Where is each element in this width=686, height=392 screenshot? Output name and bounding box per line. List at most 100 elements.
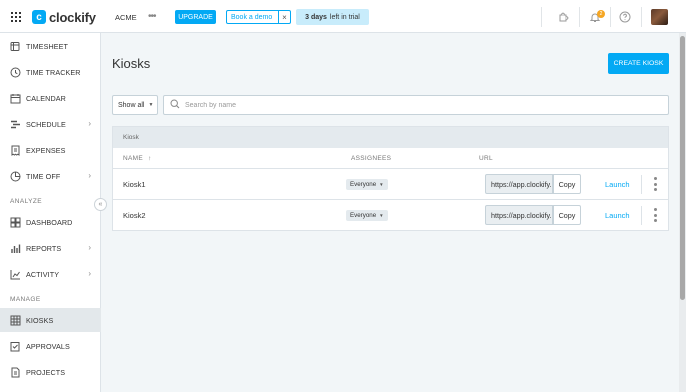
sidebar-item-label: KIOSKS — [26, 315, 54, 325]
logo-mark: c — [32, 10, 46, 24]
upgrade-button[interactable]: UPGRADE — [175, 10, 216, 24]
sidebar-item-label: SCHEDULE — [26, 119, 66, 129]
divider — [541, 7, 542, 27]
chevron-down-icon: ▼ — [379, 182, 384, 187]
sidebar-item-timesheet[interactable]: TIMESHEET — [0, 34, 101, 58]
time-off-icon — [10, 171, 21, 182]
sidebar-item-projects[interactable]: PROJECTS — [0, 360, 101, 384]
timesheet-icon — [10, 41, 21, 52]
top-bar: c clockify ACME ••• UPGRADE Book a demo … — [0, 0, 686, 33]
sidebar-item-reports[interactable]: REPORTS › — [0, 236, 101, 260]
search-icon — [170, 99, 180, 111]
trial-days: 3 days — [305, 13, 327, 21]
activity-icon — [10, 269, 21, 280]
chevron-right-icon: › — [88, 119, 91, 128]
projects-icon — [10, 367, 21, 378]
divider — [610, 7, 611, 27]
clock-icon — [10, 67, 21, 78]
divider — [641, 206, 642, 225]
chevron-down-icon: ▼ — [379, 213, 384, 218]
clockify-logo[interactable]: c clockify — [32, 8, 96, 26]
close-demo-button[interactable]: × — [278, 11, 290, 23]
page-scrollbar[interactable] — [679, 33, 686, 392]
sidebar: TIMESHEET TIME TRACKER CALENDAR SCHEDULE… — [0, 33, 101, 392]
sidebar-item-time-off[interactable]: TIME OFF › — [0, 164, 101, 188]
puzzle-icon[interactable] — [557, 10, 571, 24]
sidebar-item-label: PROJECTS — [26, 367, 66, 377]
kiosk-url-field[interactable]: https://app.clockify.me/kiosk — [485, 205, 553, 225]
more-menu-button[interactable]: ••• — [148, 11, 156, 22]
status-filter-select[interactable]: Show all ▼ — [112, 95, 158, 115]
column-header-name[interactable]: NAME ↑ — [123, 155, 152, 162]
section-manage: MANAGE — [10, 296, 41, 303]
sidebar-item-dashboard[interactable]: DASHBOARD — [0, 210, 101, 234]
divider — [641, 175, 642, 194]
reports-icon — [10, 243, 21, 254]
sidebar-item-expenses[interactable]: EXPENSES — [0, 138, 101, 162]
chevron-down-icon: ▼ — [148, 102, 154, 108]
launch-link[interactable]: Launch — [605, 180, 630, 189]
kiosks-table: Kiosk NAME ↑ ASSIGNEES URL Kiosk1 Everyo… — [112, 126, 669, 231]
copy-url-button[interactable]: Copy — [553, 174, 581, 194]
sidebar-item-label: TIME TRACKER — [26, 67, 81, 77]
section-analyze: ANALYZE — [10, 198, 42, 205]
chevron-right-icon: › — [88, 243, 91, 252]
launch-link[interactable]: Launch — [605, 211, 630, 220]
column-header-url: URL — [479, 155, 493, 162]
sidebar-item-label: ACTIVITY — [26, 269, 60, 279]
book-demo-banner: Book a demo × — [226, 10, 291, 24]
sidebar-item-activity[interactable]: ACTIVITY › — [0, 262, 101, 286]
app-name: clockify — [49, 9, 96, 25]
chevron-right-icon: › — [88, 269, 91, 278]
sidebar-item-label: DASHBOARD — [26, 217, 73, 227]
divider — [641, 7, 642, 27]
sidebar-item-time-tracker[interactable]: TIME TRACKER — [0, 60, 101, 84]
sidebar-item-calendar[interactable]: CALENDAR — [0, 86, 101, 110]
chevron-right-icon: › — [88, 171, 91, 180]
book-demo-link[interactable]: Book a demo — [227, 14, 278, 21]
more-actions-icon[interactable] — [653, 208, 657, 222]
scrollbar-thumb[interactable] — [680, 36, 685, 300]
calendar-icon — [10, 93, 21, 104]
kiosk-name: Kiosk2 — [123, 211, 146, 220]
assignees-dropdown[interactable]: Everyone ▼ — [346, 179, 388, 190]
avatar[interactable] — [651, 9, 668, 25]
sidebar-item-label: TIMESHEET — [26, 41, 69, 51]
sidebar-item-schedule[interactable]: SCHEDULE › — [0, 112, 101, 136]
table-row: Kiosk2 Everyone ▼ https://app.clockify.m… — [113, 199, 668, 230]
dashboard-icon — [10, 217, 21, 228]
trial-badge[interactable]: 3 days left in trial — [296, 9, 369, 25]
assignees-dropdown[interactable]: Everyone ▼ — [346, 210, 388, 221]
sidebar-item-label: CALENDAR — [26, 93, 66, 103]
collapse-sidebar-button[interactable]: « — [94, 198, 107, 211]
help-icon[interactable] — [618, 10, 632, 24]
search-box — [163, 95, 669, 115]
create-kiosk-button[interactable]: CREATE KIOSK — [608, 53, 669, 74]
sidebar-item-label: REPORTS — [26, 243, 62, 253]
notification-count: 2 — [597, 10, 605, 18]
apps-grid-icon[interactable] — [11, 12, 21, 22]
kiosk-url-field[interactable]: https://app.clockify.me/kiosk — [485, 174, 553, 194]
filter-value: Show all — [118, 101, 145, 109]
table-caption: Kiosk — [113, 127, 668, 148]
search-input[interactable] — [185, 101, 485, 109]
page-title: Kiosks — [112, 56, 151, 71]
workspace-switcher[interactable]: ACME — [115, 13, 137, 22]
sidebar-item-kiosks[interactable]: KIOSKS — [0, 308, 101, 332]
sort-arrow-icon: ↑ — [148, 155, 152, 162]
more-actions-icon[interactable] — [653, 177, 657, 191]
divider — [579, 7, 580, 27]
receipt-icon — [10, 145, 21, 156]
sidebar-item-approvals[interactable]: APPROVALS — [0, 334, 101, 358]
assignees-value: Everyone — [350, 212, 377, 219]
schedule-icon — [10, 119, 21, 130]
table-row: Kiosk1 Everyone ▼ https://app.clockify.m… — [113, 168, 668, 199]
column-header-assignees: ASSIGNEES — [351, 155, 392, 162]
kiosk-name: Kiosk1 — [123, 180, 146, 189]
column-header-label: NAME — [123, 155, 143, 162]
trial-text: left in trial — [329, 13, 360, 21]
approvals-icon — [10, 341, 21, 352]
assignees-value: Everyone — [350, 181, 377, 188]
sidebar-item-label: APPROVALS — [26, 341, 70, 351]
copy-url-button[interactable]: Copy — [553, 205, 581, 225]
